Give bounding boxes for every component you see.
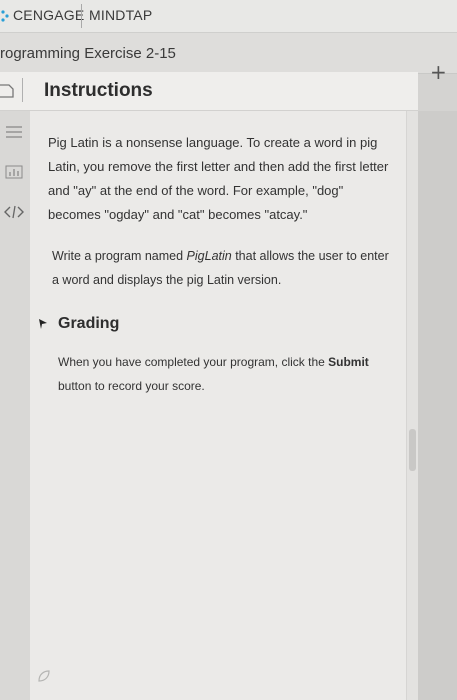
program-name: PigLatin bbox=[186, 249, 232, 263]
grading-title: Grading bbox=[58, 315, 120, 332]
brand-divider bbox=[81, 4, 82, 28]
top-bar: CENGAGE MINDTAP bbox=[0, 0, 457, 33]
code-icon[interactable] bbox=[4, 205, 24, 219]
document-icon[interactable] bbox=[0, 84, 14, 98]
add-button[interactable]: + bbox=[430, 62, 447, 82]
cengage-logo-icon bbox=[1, 10, 9, 22]
submit-word: Submit bbox=[328, 355, 369, 369]
left-rail bbox=[0, 111, 30, 700]
instructions-paragraph-2: Write a program named PigLatin that allo… bbox=[52, 244, 398, 292]
instructions-header: Instructions bbox=[0, 72, 418, 111]
product-name: MINDTAP bbox=[89, 7, 153, 23]
page-title: rogramming Exercise 2-15 bbox=[0, 45, 176, 62]
grading-paragraph: When you have completed your program, cl… bbox=[58, 350, 398, 398]
plus-icon: + bbox=[430, 60, 447, 84]
right-pane bbox=[418, 111, 457, 700]
brand-name: CENGAGE bbox=[13, 7, 85, 23]
title-bar: rogramming Exercise 2-15 bbox=[0, 33, 457, 74]
list-icon[interactable] bbox=[4, 125, 24, 139]
caret-icon[interactable] bbox=[38, 318, 48, 330]
scroll-thumb[interactable] bbox=[409, 429, 416, 471]
header-divider bbox=[22, 78, 23, 102]
grading-text-before: When you have completed your program, cl… bbox=[58, 355, 329, 369]
paragraph-2-text-before: Write a program named bbox=[52, 249, 187, 263]
grading-text-after: button to record your score. bbox=[58, 379, 205, 393]
instructions-paragraph-1: Pig Latin is a nonsense language. To cre… bbox=[48, 135, 389, 222]
leaf-icon bbox=[38, 670, 50, 682]
panel-title: Instructions bbox=[44, 80, 153, 101]
bar-chart-icon[interactable] bbox=[4, 165, 24, 179]
